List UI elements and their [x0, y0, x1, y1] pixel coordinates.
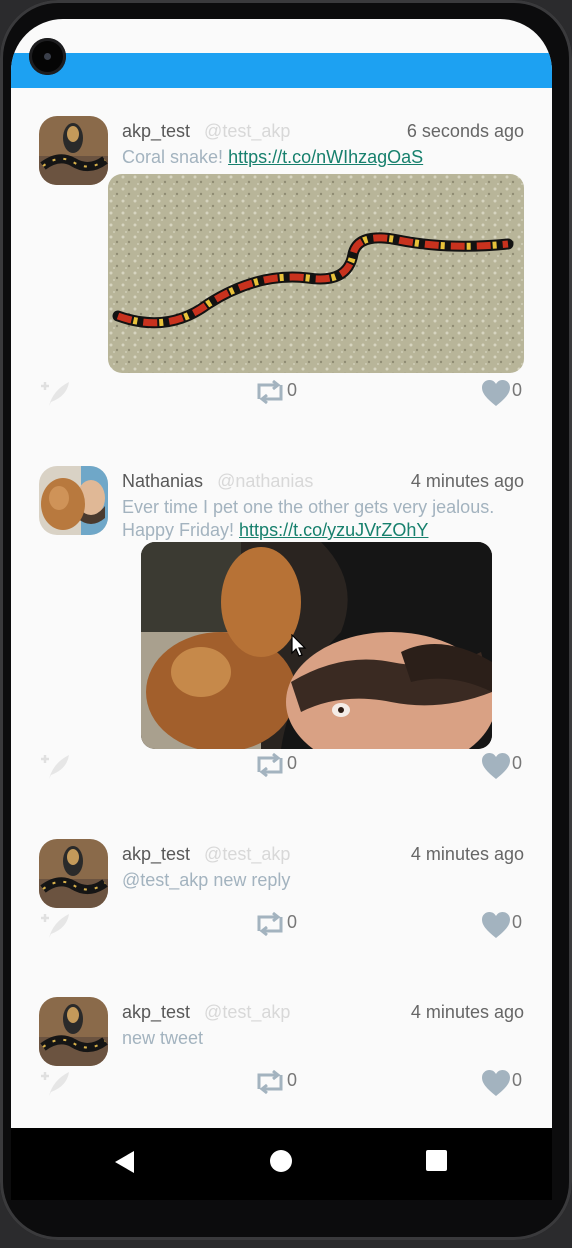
heart-icon: [482, 1070, 510, 1096]
heart-icon: [482, 753, 510, 779]
retweet-button[interactable]: 0: [253, 377, 313, 407]
tweet-text: Coral snake! https://t.co/nWIhzagOaS: [122, 146, 527, 169]
retweet-count: 0: [287, 912, 298, 932]
heart-icon: [482, 380, 510, 406]
like-button[interactable]: 0: [481, 750, 541, 780]
tweet-link[interactable]: https://t.co/nWIhzagOaS: [228, 147, 423, 167]
like-count: 0: [512, 1070, 523, 1090]
tweet-author: Nathanias @nathanias: [122, 471, 313, 492]
retweet-button[interactable]: 0: [253, 1067, 313, 1097]
app-bar: [11, 53, 552, 88]
tweet-media-image[interactable]: [141, 542, 492, 749]
avatar[interactable]: [39, 466, 108, 535]
reply-icon[interactable]: [39, 910, 73, 940]
avatar[interactable]: [39, 839, 108, 908]
retweet-icon: [257, 911, 283, 937]
retweet-icon: [257, 752, 283, 778]
front-camera: [29, 38, 66, 75]
retweet-count: 0: [287, 1070, 298, 1090]
tweet-time: 4 minutes ago: [410, 471, 524, 491]
like-count: 0: [512, 753, 523, 773]
like-button[interactable]: 0: [481, 1067, 541, 1097]
handle: @test_akp: [204, 844, 291, 864]
home-icon[interactable]: [270, 1150, 292, 1172]
like-count: 0: [512, 380, 523, 400]
tweet-text: Ever time I pet one the other gets very …: [122, 496, 527, 542]
avatar[interactable]: [39, 116, 108, 185]
like-count: 0: [512, 912, 523, 932]
system-nav-bar: [11, 1128, 552, 1200]
username[interactable]: akp_test: [122, 121, 190, 141]
tweet-author: akp_test @test_akp: [122, 1002, 290, 1023]
handle: @test_akp: [204, 1002, 291, 1022]
tweet-author: akp_test @test_akp: [122, 121, 290, 142]
recents-icon[interactable]: [426, 1150, 447, 1171]
username[interactable]: akp_test: [122, 1002, 190, 1022]
handle: @test_akp: [204, 121, 291, 141]
retweet-count: 0: [287, 380, 298, 400]
handle: @nathanias: [217, 471, 314, 491]
retweet-button[interactable]: 0: [253, 909, 313, 939]
reply-icon[interactable]: [39, 751, 73, 781]
retweet-button[interactable]: 0: [253, 750, 313, 780]
heart-icon: [482, 912, 510, 938]
retweet-count: 0: [287, 753, 298, 773]
mouse-cursor: [291, 633, 307, 663]
app-screen: akp_test @test_akp 6 seconds ago Coral sn…: [11, 19, 552, 1128]
tweet-time: 6 seconds ago: [406, 121, 524, 141]
reply-icon[interactable]: [39, 378, 73, 408]
tweet-text: new tweet: [122, 1028, 204, 1048]
tweet-body: Coral snake!: [122, 147, 229, 167]
back-icon[interactable]: [114, 1150, 136, 1179]
tweet-author: akp_test @test_akp: [122, 844, 290, 865]
tweet-media-image[interactable]: [108, 174, 524, 373]
tweet-link[interactable]: https://t.co/yzuJVrZOhY: [239, 520, 428, 540]
like-button[interactable]: 0: [481, 909, 541, 939]
tweet-time: 4 minutes ago: [410, 1002, 524, 1022]
username[interactable]: akp_test: [122, 844, 190, 864]
like-button[interactable]: 0: [481, 377, 541, 407]
retweet-icon: [257, 1069, 283, 1095]
tweet-time: 4 minutes ago: [410, 844, 524, 864]
username[interactable]: Nathanias: [122, 471, 203, 491]
tweet-text: @test_akp new reply: [122, 870, 291, 890]
reply-icon[interactable]: [39, 1068, 73, 1098]
retweet-icon: [257, 379, 283, 405]
avatar[interactable]: [39, 997, 108, 1066]
